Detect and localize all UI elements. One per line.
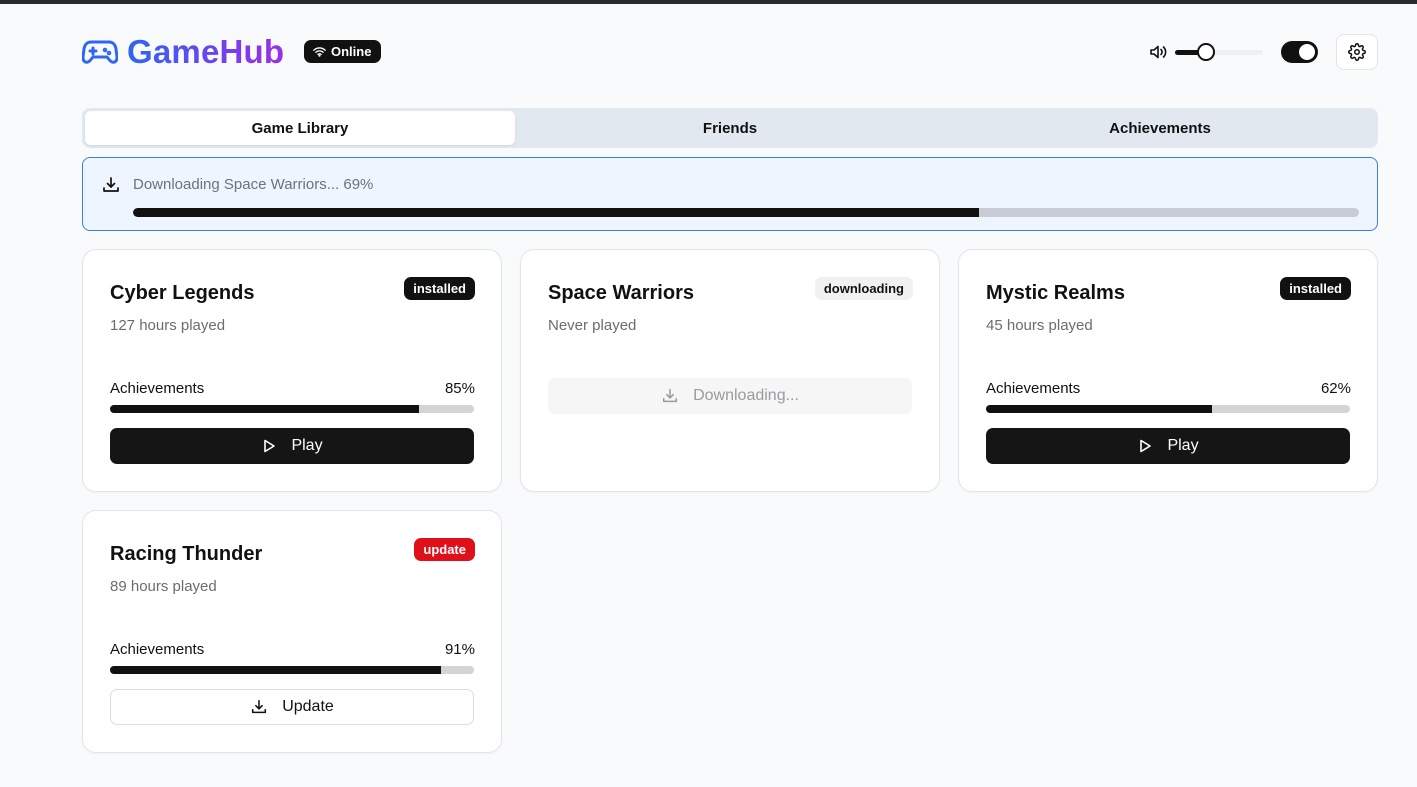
- achievements-progress-fill: [110, 666, 442, 674]
- game-card-mystic-realms: Mystic Realms installed 45 hours played …: [958, 249, 1378, 492]
- game-card-space-warriors: Space Warriors downloading Never played …: [520, 249, 940, 492]
- header-controls: [1148, 32, 1378, 72]
- status-badge: installed: [404, 277, 475, 300]
- update-button-label: Update: [282, 698, 334, 715]
- header: GameHub Online: [81, 32, 1378, 72]
- download-progress-banner: Downloading Space Warriors... 69%: [82, 157, 1378, 231]
- gamepad-icon: [81, 38, 119, 66]
- downloading-button-label: Downloading...: [693, 387, 799, 404]
- downloading-button: Downloading...: [548, 378, 912, 414]
- download-progress-fill: [133, 208, 979, 217]
- achievements-label: Achievements: [110, 641, 205, 658]
- tab-game-library[interactable]: Game Library: [85, 111, 515, 145]
- volume-slider-fill: [1175, 50, 1200, 55]
- play-button-label: Play: [1167, 437, 1199, 454]
- wifi-icon: [313, 47, 326, 57]
- achievements-progress-bar: [110, 666, 474, 674]
- play-time: Never played: [548, 317, 637, 334]
- game-card-cyber-legends: Cyber Legends installed 127 hours played…: [82, 249, 502, 492]
- update-button[interactable]: Update: [110, 689, 474, 725]
- download-status-text: Downloading Space Warriors... 69%: [133, 176, 374, 193]
- tab-friends[interactable]: Friends: [515, 111, 945, 145]
- game-title: Cyber Legends: [110, 282, 255, 304]
- play-button[interactable]: Play: [110, 428, 474, 464]
- status-badge: installed: [1280, 277, 1351, 300]
- window-top-border: [0, 0, 1417, 4]
- volume-slider[interactable]: [1175, 42, 1263, 62]
- download-icon: [252, 699, 267, 714]
- achievements-percent: 62%: [1320, 380, 1351, 397]
- download-progress-bar: [133, 208, 1359, 217]
- app-name: GameHub: [127, 33, 285, 70]
- status-badge: downloading: [814, 277, 913, 300]
- settings-button[interactable]: [1336, 34, 1378, 70]
- online-status-badge: Online: [304, 40, 382, 63]
- brand: GameHub: [81, 32, 285, 72]
- game-card-racing-thunder: Racing Thunder update 89 hours played Ac…: [82, 510, 502, 753]
- toggle-knob: [1299, 44, 1315, 60]
- status-badge: update: [414, 538, 475, 561]
- volume-icon[interactable]: [1148, 42, 1168, 62]
- achievements-progress-bar: [110, 405, 474, 413]
- achievements-label: Achievements: [110, 380, 205, 397]
- volume-slider-thumb[interactable]: [1196, 43, 1215, 61]
- main-tabs: Game Library Friends Achievements: [82, 108, 1378, 148]
- online-status-label: Online: [331, 44, 372, 59]
- achievements-percent: 91%: [444, 641, 475, 658]
- game-title: Mystic Realms: [986, 282, 1125, 304]
- game-title: Racing Thunder: [110, 543, 263, 565]
- play-button[interactable]: Play: [986, 428, 1350, 464]
- tab-achievements[interactable]: Achievements: [945, 111, 1375, 145]
- game-title: Space Warriors: [548, 282, 694, 304]
- download-icon: [663, 388, 678, 403]
- play-icon: [1140, 439, 1152, 453]
- achievements-progress-bar: [986, 405, 1350, 413]
- theme-toggle[interactable]: [1281, 41, 1318, 63]
- achievements-progress-fill: [110, 405, 420, 413]
- play-button-label: Play: [291, 437, 323, 454]
- achievements-label: Achievements: [986, 380, 1081, 397]
- download-icon: [101, 175, 121, 195]
- play-time: 89 hours played: [110, 578, 217, 595]
- play-time: 45 hours played: [986, 317, 1093, 334]
- play-time: 127 hours played: [110, 317, 226, 334]
- achievements-percent: 85%: [444, 380, 475, 397]
- play-icon: [264, 439, 276, 453]
- gear-icon: [1348, 43, 1366, 61]
- achievements-progress-fill: [986, 405, 1212, 413]
